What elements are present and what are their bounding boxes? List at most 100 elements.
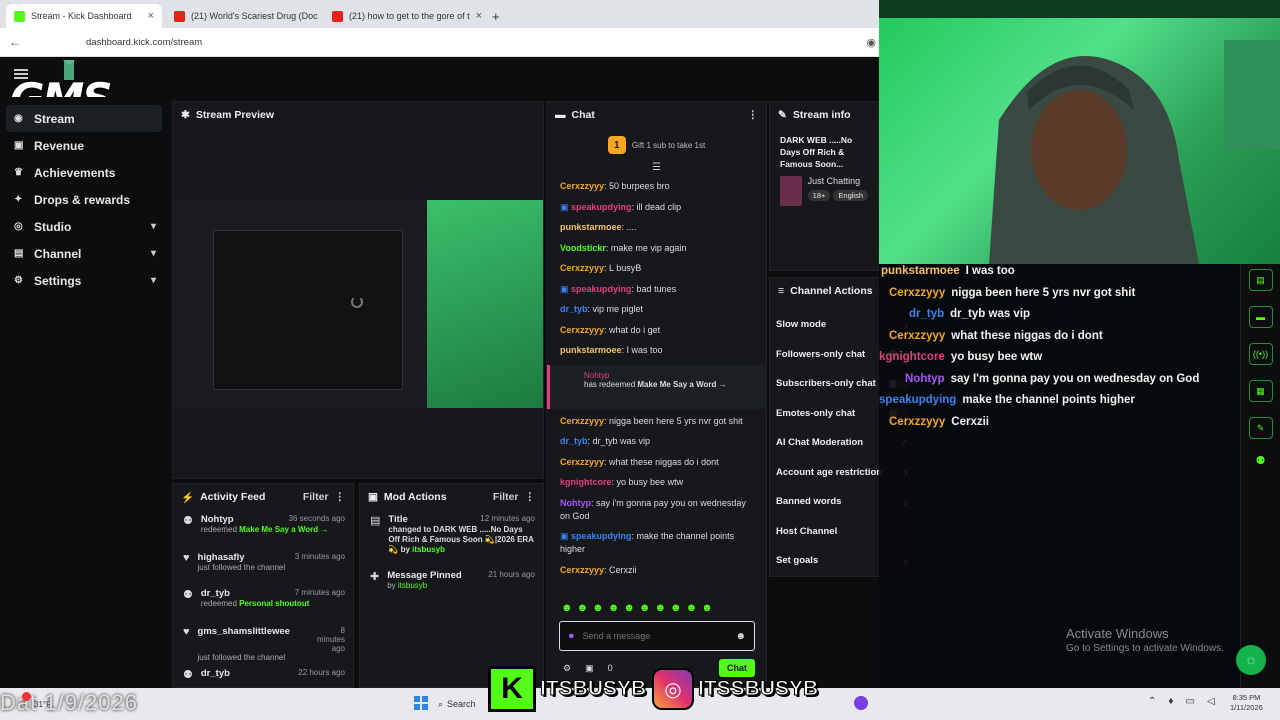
- redeem-user[interactable]: Nohtyp: [564, 371, 756, 380]
- chat-username[interactable]: speakupdying: [571, 284, 632, 294]
- activity-user[interactable]: dr_tyb: [201, 588, 230, 599]
- chat-username[interactable]: speakupdying: [571, 531, 632, 541]
- tab-kick-dashboard[interactable]: Stream - Kick Dashboard ×: [6, 4, 162, 28]
- stream-title[interactable]: DARK WEB .....No Days Off Rich & Famous …: [770, 128, 878, 170]
- filter-lines-icon[interactable]: ☰: [547, 162, 766, 176]
- chat-username[interactable]: kgnightcore: [560, 477, 612, 487]
- chat-input[interactable]: [582, 631, 713, 641]
- emote-icon[interactable]: ☻: [577, 602, 589, 614]
- emote-icon[interactable]: ☻: [670, 602, 682, 614]
- taskbar-search[interactable]: ⌕ Search: [438, 694, 488, 714]
- chevron-up-icon[interactable]: ⌃: [1148, 696, 1156, 707]
- chat-username[interactable]: Cerxzzyyy: [560, 181, 604, 191]
- filter-button[interactable]: Filter: [493, 491, 519, 503]
- sidebar-item-drops[interactable]: ✦ Drops & rewards: [0, 186, 168, 213]
- chevron-down-icon: ▾: [150, 275, 156, 286]
- emote-icon[interactable]: ☻: [623, 602, 635, 614]
- clock[interactable]: 8:35 PM 1/11/2026: [1230, 693, 1263, 713]
- activity-user[interactable]: highasafly: [198, 552, 245, 563]
- sidebar-item-revenue[interactable]: ▣ Revenue: [0, 132, 168, 159]
- emote-icon[interactable]: ☻: [608, 602, 620, 614]
- support-button[interactable]: ◌: [1236, 645, 1266, 675]
- more-icon[interactable]: ⋮: [525, 491, 536, 503]
- emote-icon[interactable]: ☻: [654, 602, 666, 614]
- eye-icon[interactable]: ◉: [866, 36, 876, 49]
- chat-username[interactable]: punkstarmoee: [560, 345, 622, 355]
- new-tab-button[interactable]: +: [484, 4, 508, 28]
- emote-icon[interactable]: ☻: [639, 602, 651, 614]
- emote-icon[interactable]: ☻: [592, 602, 604, 614]
- volume-icon[interactable]: ◁: [1207, 696, 1215, 707]
- network-icon[interactable]: ▭: [1186, 696, 1195, 707]
- chat-username[interactable]: Cerxzzyyy: [560, 263, 604, 273]
- nodes-icon[interactable]: ⚉: [1241, 454, 1280, 467]
- sidebar-item-settings[interactable]: ⚙ Settings ▾: [0, 267, 168, 294]
- chat-username[interactable]: Nohtyp: [560, 498, 591, 508]
- chat-text: nigga been here 5 yrs nvr got shit: [609, 415, 743, 426]
- microphone-icon[interactable]: ●: [568, 630, 575, 642]
- tab-youtube-2[interactable]: (21) how to get to the gore of t ×: [324, 4, 484, 28]
- emote-icon[interactable]: ☻: [561, 602, 573, 614]
- list-item: ♥ gms_shamslittlewee 8 minutes ago just f…: [183, 626, 345, 668]
- more-icon[interactable]: ⋮: [748, 109, 759, 121]
- overlay-chat-line: punkstarmoee I was too: [881, 265, 1015, 277]
- chat-bubble-icon[interactable]: ▬: [1248, 306, 1273, 328]
- sidebar-item-channel[interactable]: ▤ Channel ▾: [0, 240, 168, 267]
- tab-title: Stream - Kick Dashboard: [31, 11, 132, 21]
- activity-user[interactable]: dr_tyb: [201, 668, 230, 682]
- mod-user-link[interactable]: itsbusyb: [398, 581, 427, 590]
- activity-user[interactable]: gms_shamslittlewee: [198, 626, 290, 653]
- activity-feed-panel: ⚡ Activity Feed Filter ⋮ ⚉ Nohtyp 36 seco…: [172, 483, 354, 688]
- back-arrow-icon[interactable]: ←: [4, 35, 26, 49]
- clipboard-icon[interactable]: ▤: [1248, 269, 1273, 291]
- chat-username[interactable]: Cerxzzyyy: [560, 565, 604, 575]
- close-tab-icon[interactable]: ×: [148, 10, 154, 22]
- activity-link[interactable]: Personal shoutout: [239, 599, 309, 608]
- close-tab-icon[interactable]: ×: [476, 10, 482, 22]
- chat-username[interactable]: Cerxzzyyy: [560, 325, 604, 335]
- more-icon[interactable]: ⋮: [335, 491, 346, 503]
- overlay-username: Nohtyp: [905, 372, 945, 385]
- activity-user[interactable]: Nohtyp: [201, 514, 234, 525]
- microphone-icon[interactable]: ♦: [1168, 696, 1173, 707]
- emote-icon[interactable]: ☻: [701, 602, 713, 614]
- sidebar-item-studio[interactable]: ◎ Studio ▾: [0, 213, 168, 240]
- video-preview[interactable]: [173, 200, 543, 408]
- category-row[interactable]: Just Chatting 18+ English: [770, 170, 878, 206]
- chat-message: Nohtyp: say i'm gonna pay you on wednesd…: [560, 497, 754, 523]
- emote-icon[interactable]: ☻: [686, 602, 698, 614]
- chat-username[interactable]: dr_tyb: [560, 304, 588, 314]
- filter-button[interactable]: Filter: [303, 491, 329, 503]
- sidebar: ◉ Stream ▣ Revenue ♛ Achievements ✦ Drop…: [0, 97, 168, 688]
- windows-start-icon[interactable]: [414, 696, 428, 710]
- broadcast-icon[interactable]: ((•)): [1248, 343, 1273, 365]
- chat-username[interactable]: dr_tyb: [560, 436, 588, 446]
- sub-badge-icon: ▣: [560, 531, 572, 541]
- overlay-text: yo busy bee wtw: [950, 351, 1043, 363]
- sidebar-item-achievements[interactable]: ♛ Achievements: [0, 159, 168, 186]
- panel-header: ▬ Chat ⋮: [547, 102, 766, 128]
- mod-action-title: Message Pinned: [387, 570, 462, 581]
- sidebar-item-label: Achievements: [34, 165, 116, 180]
- chat-username[interactable]: Cerxzzyyy: [560, 416, 604, 426]
- panel-title: Activity Feed: [200, 491, 266, 503]
- chat-username[interactable]: punkstarmoee: [560, 222, 622, 232]
- chat-username[interactable]: speakupdying: [571, 202, 632, 212]
- url-text[interactable]: dashboard.kick.com/stream: [86, 37, 202, 48]
- youtube-favicon-icon: [332, 10, 343, 22]
- chat-username[interactable]: Voodstickr: [560, 243, 606, 253]
- gift-banner[interactable]: 1 Gift 1 sub to take 1st: [547, 128, 766, 162]
- redeem-notice: Nohtyp has redeemed Make Me Say a Word →: [547, 364, 766, 409]
- overlay-chat-line: speakupdying make the channel points high…: [879, 394, 1135, 406]
- layout-icon[interactable]: ▦: [1248, 380, 1273, 402]
- sidebar-item-stream[interactable]: ◉ Stream: [6, 105, 162, 132]
- tab-youtube-1[interactable]: (21) World's Scariest Drug (Doc ×: [166, 4, 318, 28]
- emoji-icon[interactable]: ☻: [735, 631, 746, 642]
- chat-input-box[interactable]: ● ☻: [559, 621, 755, 651]
- app-icon[interactable]: [854, 696, 868, 710]
- revenue-icon: ▣: [14, 140, 24, 151]
- activity-link[interactable]: Make Me Say a Word →: [239, 525, 328, 534]
- mod-user-link[interactable]: itsbusyb: [412, 545, 445, 554]
- chat-username[interactable]: Cerxzzyyy: [560, 457, 604, 467]
- wrench-icon[interactable]: ✎: [1248, 417, 1273, 439]
